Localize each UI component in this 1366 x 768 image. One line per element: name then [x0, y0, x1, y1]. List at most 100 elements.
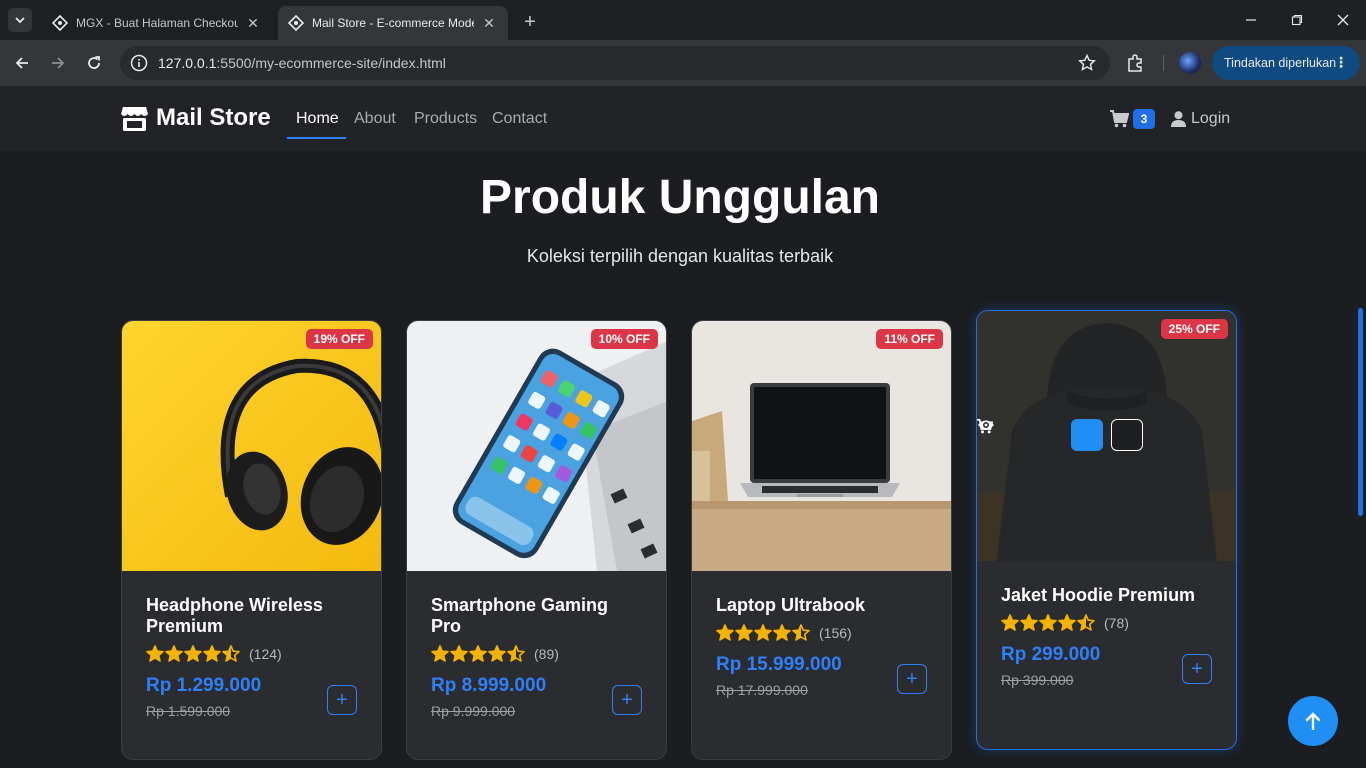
- tab-mgx[interactable]: MGX - Buat Halaman Checkout ✕: [42, 6, 272, 40]
- action-required-label: Tindakan diperlukan: [1224, 56, 1337, 70]
- star-rating: [431, 645, 526, 663]
- star-full-icon: [488, 645, 506, 662]
- card-hover-actions: [977, 419, 1236, 451]
- product-price: Rp 15.999.000: [716, 654, 842, 675]
- product-card[interactable]: 10% OFF Smartphone Gaming Pro (89) Rp 8.…: [406, 320, 667, 760]
- reload-button[interactable]: [80, 49, 108, 77]
- product-name[interactable]: Jaket Hoodie Premium: [1001, 585, 1212, 606]
- star-full-icon: [469, 645, 487, 662]
- quick-view-button[interactable]: [978, 419, 1143, 451]
- nav-link-products[interactable]: Products: [414, 110, 477, 128]
- original-price: Rp 399.000: [1001, 672, 1074, 688]
- product-price: Rp 8.999.000: [431, 675, 547, 696]
- arrow-right-icon: [52, 57, 65, 69]
- cart-count-badge: 3: [1133, 109, 1155, 129]
- tab-search-button[interactable]: [8, 8, 32, 32]
- product-name[interactable]: Headphone Wireless Premium: [146, 595, 357, 637]
- nav-link-about[interactable]: About: [354, 110, 396, 128]
- product-card[interactable]: 19% OFF Headphone Wireless Premium (124)…: [121, 320, 382, 760]
- nav-link-home[interactable]: Home: [296, 110, 339, 128]
- restore-button[interactable]: [1274, 0, 1320, 40]
- active-nav-indicator: [287, 137, 346, 139]
- site-info-icon[interactable]: [130, 54, 148, 72]
- eye-icon: [978, 420, 994, 430]
- star-rating: [146, 645, 241, 663]
- add-to-cart-button[interactable]: +: [327, 685, 357, 715]
- star-rating: [716, 624, 811, 642]
- product-rating: (89): [431, 645, 642, 663]
- star-full-icon: [735, 624, 753, 641]
- more-vert-icon[interactable]: ⋮: [1334, 54, 1348, 71]
- action-required-button[interactable]: Tindakan diperlukan ⋮: [1212, 46, 1360, 80]
- product-rating: (124): [146, 645, 357, 663]
- back-to-top-button[interactable]: [1288, 696, 1338, 746]
- original-price: Rp 9.999.000: [431, 703, 516, 719]
- add-to-cart-button[interactable]: +: [897, 664, 927, 694]
- reload-icon: [88, 56, 100, 69]
- star-full-icon: [1039, 614, 1057, 631]
- star-full-icon: [165, 645, 183, 662]
- forward-button[interactable]: [44, 49, 72, 77]
- minimize-button[interactable]: [1228, 0, 1274, 40]
- close-icon[interactable]: ✕: [480, 14, 498, 32]
- extensions-icon[interactable]: [1125, 52, 1147, 74]
- minimize-icon: [1246, 19, 1256, 21]
- quick-add-cart-button[interactable]: [977, 419, 1103, 451]
- arrow-left-icon: [15, 57, 28, 69]
- hoodie-image[interactable]: 25% OFF: [977, 311, 1236, 561]
- address-bar[interactable]: 127.0.0.1:5500/my-ecommerce-site/index.h…: [120, 46, 1110, 80]
- star-half-icon: [507, 645, 525, 662]
- url-host: 127.0.0.1: [158, 55, 217, 71]
- new-tab-button[interactable]: +: [518, 10, 542, 34]
- review-count: (156): [819, 625, 852, 641]
- discount-badge: 25% OFF: [1160, 319, 1228, 339]
- laptop-image[interactable]: 11% OFF: [692, 321, 951, 571]
- brand-name: Mail Store: [156, 104, 271, 131]
- add-to-cart-button[interactable]: +: [1182, 654, 1212, 684]
- plus-icon: +: [906, 667, 918, 690]
- product-price: Rp 299.000: [1001, 644, 1101, 665]
- url-text: 127.0.0.1:5500/my-ecommerce-site/index.h…: [158, 55, 446, 71]
- product-rating: (156): [716, 624, 927, 642]
- product-card[interactable]: 11% OFF Laptop Ultrabook (156) Rp 15.999…: [691, 320, 952, 760]
- star-half-icon: [1077, 614, 1095, 631]
- page-scrollbar-thumb[interactable]: [1358, 308, 1363, 516]
- star-rating: [1001, 614, 1096, 632]
- login-link[interactable]: Login: [1171, 110, 1230, 128]
- add-to-cart-button[interactable]: +: [612, 685, 642, 715]
- review-count: (89): [534, 646, 559, 662]
- tab-mail-store[interactable]: Mail Store - E-commerce Mode ✕: [278, 6, 508, 40]
- chevron-down-icon: [15, 17, 25, 24]
- star-full-icon: [184, 645, 202, 662]
- plus-icon: +: [1191, 657, 1203, 680]
- section-subtitle: Koleksi terpilih dengan kualitas terbaik: [526, 246, 834, 266]
- close-window-button[interactable]: [1320, 0, 1366, 40]
- original-price: Rp 17.999.000: [716, 682, 808, 698]
- cart-button[interactable]: 3: [1110, 109, 1155, 129]
- product-name[interactable]: Laptop Ultrabook: [716, 595, 927, 616]
- star-full-icon: [1020, 614, 1038, 631]
- star-full-icon: [431, 645, 449, 662]
- nav-link-contact[interactable]: Contact: [492, 110, 547, 128]
- brand-logo[interactable]: Mail Store: [121, 104, 271, 132]
- arrow-up-icon: [1305, 712, 1321, 730]
- product-card[interactable]: 25% OFF Jaket Hoodie Premium (78) Rp 299…: [976, 310, 1237, 750]
- star-full-icon: [203, 645, 221, 662]
- store-icon: [121, 106, 148, 131]
- product-name[interactable]: Smartphone Gaming Pro: [431, 595, 642, 637]
- close-icon[interactable]: ✕: [244, 14, 262, 32]
- tab-title: Mail Store - E-commerce Mode: [312, 16, 474, 30]
- browser-toolbar: 127.0.0.1:5500/my-ecommerce-site/index.h…: [0, 40, 1366, 86]
- profile-avatar[interactable]: [1179, 52, 1201, 74]
- site-navbar: Mail Store Home About Products Contact 3…: [0, 86, 1366, 151]
- star-half-icon: [792, 624, 810, 641]
- smartphone-image[interactable]: 10% OFF: [407, 321, 666, 571]
- section-title: Produk Unggulan: [480, 171, 880, 224]
- headphone-image[interactable]: 19% OFF: [122, 321, 381, 571]
- product-rating: (78): [1001, 614, 1212, 632]
- bookmark-star-icon[interactable]: [1078, 54, 1096, 72]
- restore-icon: [1291, 14, 1303, 26]
- back-button[interactable]: [8, 49, 36, 77]
- mgx-favicon-icon: [52, 15, 68, 31]
- browser-tab-bar: MGX - Buat Halaman Checkout ✕ Mail Store…: [0, 0, 1366, 40]
